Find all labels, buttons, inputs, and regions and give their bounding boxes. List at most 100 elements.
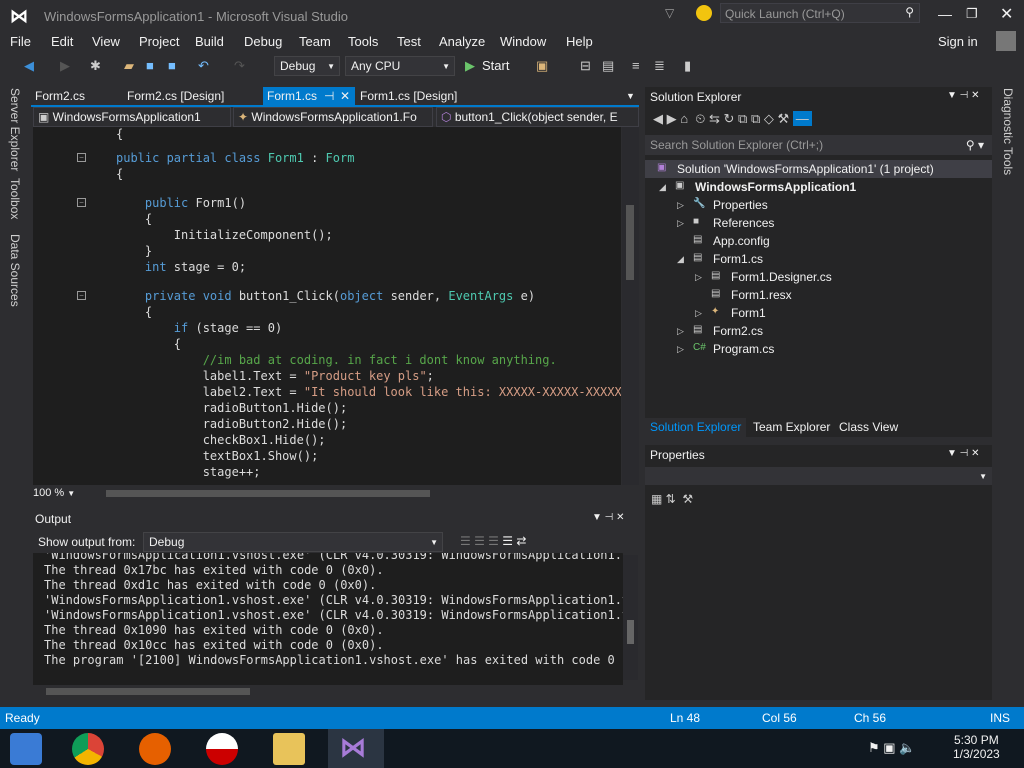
chrome-icon[interactable] — [72, 733, 104, 765]
solution-item[interactable]: Form1.resx — [731, 288, 792, 302]
panel-controls[interactable]: ▼ ⊣ ✕ — [947, 90, 980, 101]
close-button[interactable]: ✕ — [1000, 4, 1013, 24]
close-tab-icon[interactable]: ✕ — [340, 89, 350, 103]
menu-debug[interactable]: Debug — [244, 34, 282, 49]
solution-item[interactable]: Form1.Designer.cs — [731, 270, 832, 284]
file-explorer-icon[interactable] — [273, 733, 305, 765]
undo-icon[interactable]: ↶ — [198, 58, 209, 74]
tab-form1-cs[interactable]: Form1.cs ⊣ ✕ — [263, 87, 355, 105]
toolbox-tab[interactable]: Toolbox — [8, 178, 22, 219]
open-file-icon[interactable]: ▰ — [124, 58, 134, 74]
visual-studio-taskbar-button[interactable]: ⋈ — [328, 729, 384, 768]
collapse-icon[interactable]: − — [77, 198, 86, 207]
server-explorer-tab[interactable]: Server Explorer — [8, 88, 22, 171]
menu-file[interactable]: File — [10, 34, 31, 49]
redo-icon[interactable]: ↷ — [234, 58, 245, 74]
editor-horizontal-scrollbar[interactable] — [106, 490, 430, 497]
solution-item[interactable]: Program.cs — [713, 342, 774, 356]
output-source-select[interactable]: Debug ▼ — [143, 532, 443, 552]
tab-form1-design[interactable]: Form1.cs [Design] — [356, 87, 461, 105]
class-nav-select[interactable]: ✦ WindowsFormsApplication1.Fo — [233, 107, 433, 127]
output-panel-menu-icon[interactable]: ▼ ⊣ ✕ — [592, 512, 625, 523]
forward-icon[interactable]: ▶ — [60, 58, 70, 74]
save-all-icon[interactable]: ■ — [168, 58, 176, 73]
solution-item[interactable]: WindowsFormsApplication1 — [695, 180, 856, 194]
back-icon[interactable]: ◀ — [24, 58, 34, 74]
menu-view[interactable]: View — [92, 34, 120, 49]
expand-icon[interactable]: ▷ — [677, 326, 684, 337]
tab-overflow-icon[interactable]: ▼ — [626, 91, 635, 101]
restore-button[interactable]: ❐ — [966, 6, 978, 22]
firefox-icon[interactable] — [139, 733, 171, 765]
filter-icon[interactable]: ▽ — [665, 6, 674, 20]
quick-launch-input[interactable]: Quick Launch (Ctrl+Q) ⚲ — [720, 3, 920, 23]
comment-icon[interactable]: ≡ — [632, 58, 640, 73]
tab-form2-design[interactable]: Form2.cs [Design] — [123, 87, 228, 105]
step-icon[interactable]: ⊟ — [580, 58, 591, 74]
menu-test[interactable]: Test — [397, 34, 421, 49]
zoom-level[interactable]: 100 % ▼ — [33, 487, 75, 499]
menu-build[interactable]: Build — [195, 34, 224, 49]
toolbar-icon[interactable]: ▤ — [602, 58, 614, 74]
scroll-thumb[interactable] — [627, 620, 634, 644]
properties-object-select[interactable]: ▼ — [645, 467, 992, 485]
solution-item[interactable]: Form1 — [731, 306, 766, 320]
se-tab-class-view[interactable]: Class View — [839, 420, 898, 434]
menu-project[interactable]: Project — [139, 34, 179, 49]
menu-window[interactable]: Window — [500, 34, 546, 49]
configuration-select[interactable]: Debug ▼ — [274, 56, 340, 76]
expand-icon[interactable]: ▷ — [677, 200, 684, 211]
panel-controls[interactable]: ▼ ⊣ ✕ — [947, 448, 980, 459]
editor-vertical-scrollbar[interactable] — [622, 127, 639, 485]
new-project-icon[interactable]: ✱ — [90, 58, 101, 74]
solution-item[interactable]: References — [713, 216, 774, 230]
expand-icon[interactable]: ▷ — [677, 218, 684, 229]
member-nav-select[interactable]: ⬡ button1_Click(object sender, E — [436, 107, 639, 127]
data-sources-tab[interactable]: Data Sources — [8, 234, 22, 307]
solution-item[interactable]: Form2.cs — [713, 324, 763, 338]
output-horizontal-scrollbar[interactable] — [46, 688, 250, 695]
bookmark-icon[interactable]: ▮ — [684, 58, 691, 74]
campaign-logo-icon[interactable] — [206, 733, 238, 765]
save-icon[interactable]: ■ — [146, 58, 154, 73]
menu-edit[interactable]: Edit — [51, 34, 73, 49]
solution-item[interactable]: Form1.cs — [713, 252, 763, 266]
avatar[interactable] — [996, 31, 1016, 51]
tab-form2-cs[interactable]: Form2.cs — [31, 87, 89, 105]
solution-item[interactable]: Properties — [713, 198, 768, 212]
menu-team[interactable]: Team — [299, 34, 331, 49]
collapse-icon[interactable]: − — [77, 153, 86, 162]
expand-icon[interactable]: ▷ — [677, 344, 684, 355]
scroll-thumb[interactable] — [626, 205, 634, 280]
menu-help[interactable]: Help — [566, 34, 593, 49]
start-button[interactable]: Start — [482, 58, 509, 73]
tray-icons[interactable]: ⚑ ▣ 🔈 — [868, 740, 915, 756]
sign-in-link[interactable]: Sign in — [938, 34, 978, 49]
find-icon[interactable]: ▣ — [536, 58, 548, 74]
properties-toolbar[interactable]: ▦ ⇅ ⚒ — [651, 492, 693, 506]
feedback-smiley-icon[interactable] — [696, 5, 712, 21]
minimize-button[interactable]: — — [938, 6, 952, 22]
platform-select[interactable]: Any CPU ▼ — [345, 56, 455, 76]
expand-icon[interactable]: ▷ — [695, 272, 702, 283]
se-tab-solution-explorer[interactable]: Solution Explorer — [645, 418, 747, 437]
windows-start-icon[interactable] — [10, 733, 42, 765]
diagnostic-tools-tab[interactable]: Diagnostic Tools — [1001, 88, 1015, 175]
output-scrollbar[interactable] — [623, 555, 638, 680]
menu-tools[interactable]: Tools — [348, 34, 378, 49]
expand-icon[interactable]: ◢ — [659, 182, 666, 193]
collapse-icon[interactable]: − — [77, 291, 86, 300]
expand-icon[interactable]: ▷ — [695, 308, 702, 319]
output-text[interactable]: 'WindowsFormsApplication1.vshost.exe' (C… — [33, 553, 623, 685]
menu-analyze[interactable]: Analyze — [439, 34, 485, 49]
solution-item[interactable]: App.config — [713, 234, 770, 248]
se-tab-team-explorer[interactable]: Team Explorer — [753, 420, 830, 434]
expand-icon[interactable]: ◢ — [677, 254, 684, 265]
clock[interactable]: 5:30 PM 1/3/2023 — [953, 733, 1000, 761]
code-editor[interactable]: {public partial class Form1 : Form { publ… — [33, 127, 621, 485]
project-nav-select[interactable]: ▣ WindowsFormsApplication1 — [33, 107, 231, 127]
uncomment-icon[interactable]: ≣ — [654, 58, 665, 74]
output-toolbar-icons[interactable]: ☰ ☰ ☰ ☰ ⇄ — [460, 534, 526, 548]
solution-search-input[interactable]: Search Solution Explorer (Ctrl+;) ⚲ ▾ — [645, 135, 992, 155]
solution-item[interactable]: Solution 'WindowsFormsApplication1' (1 p… — [677, 162, 934, 176]
